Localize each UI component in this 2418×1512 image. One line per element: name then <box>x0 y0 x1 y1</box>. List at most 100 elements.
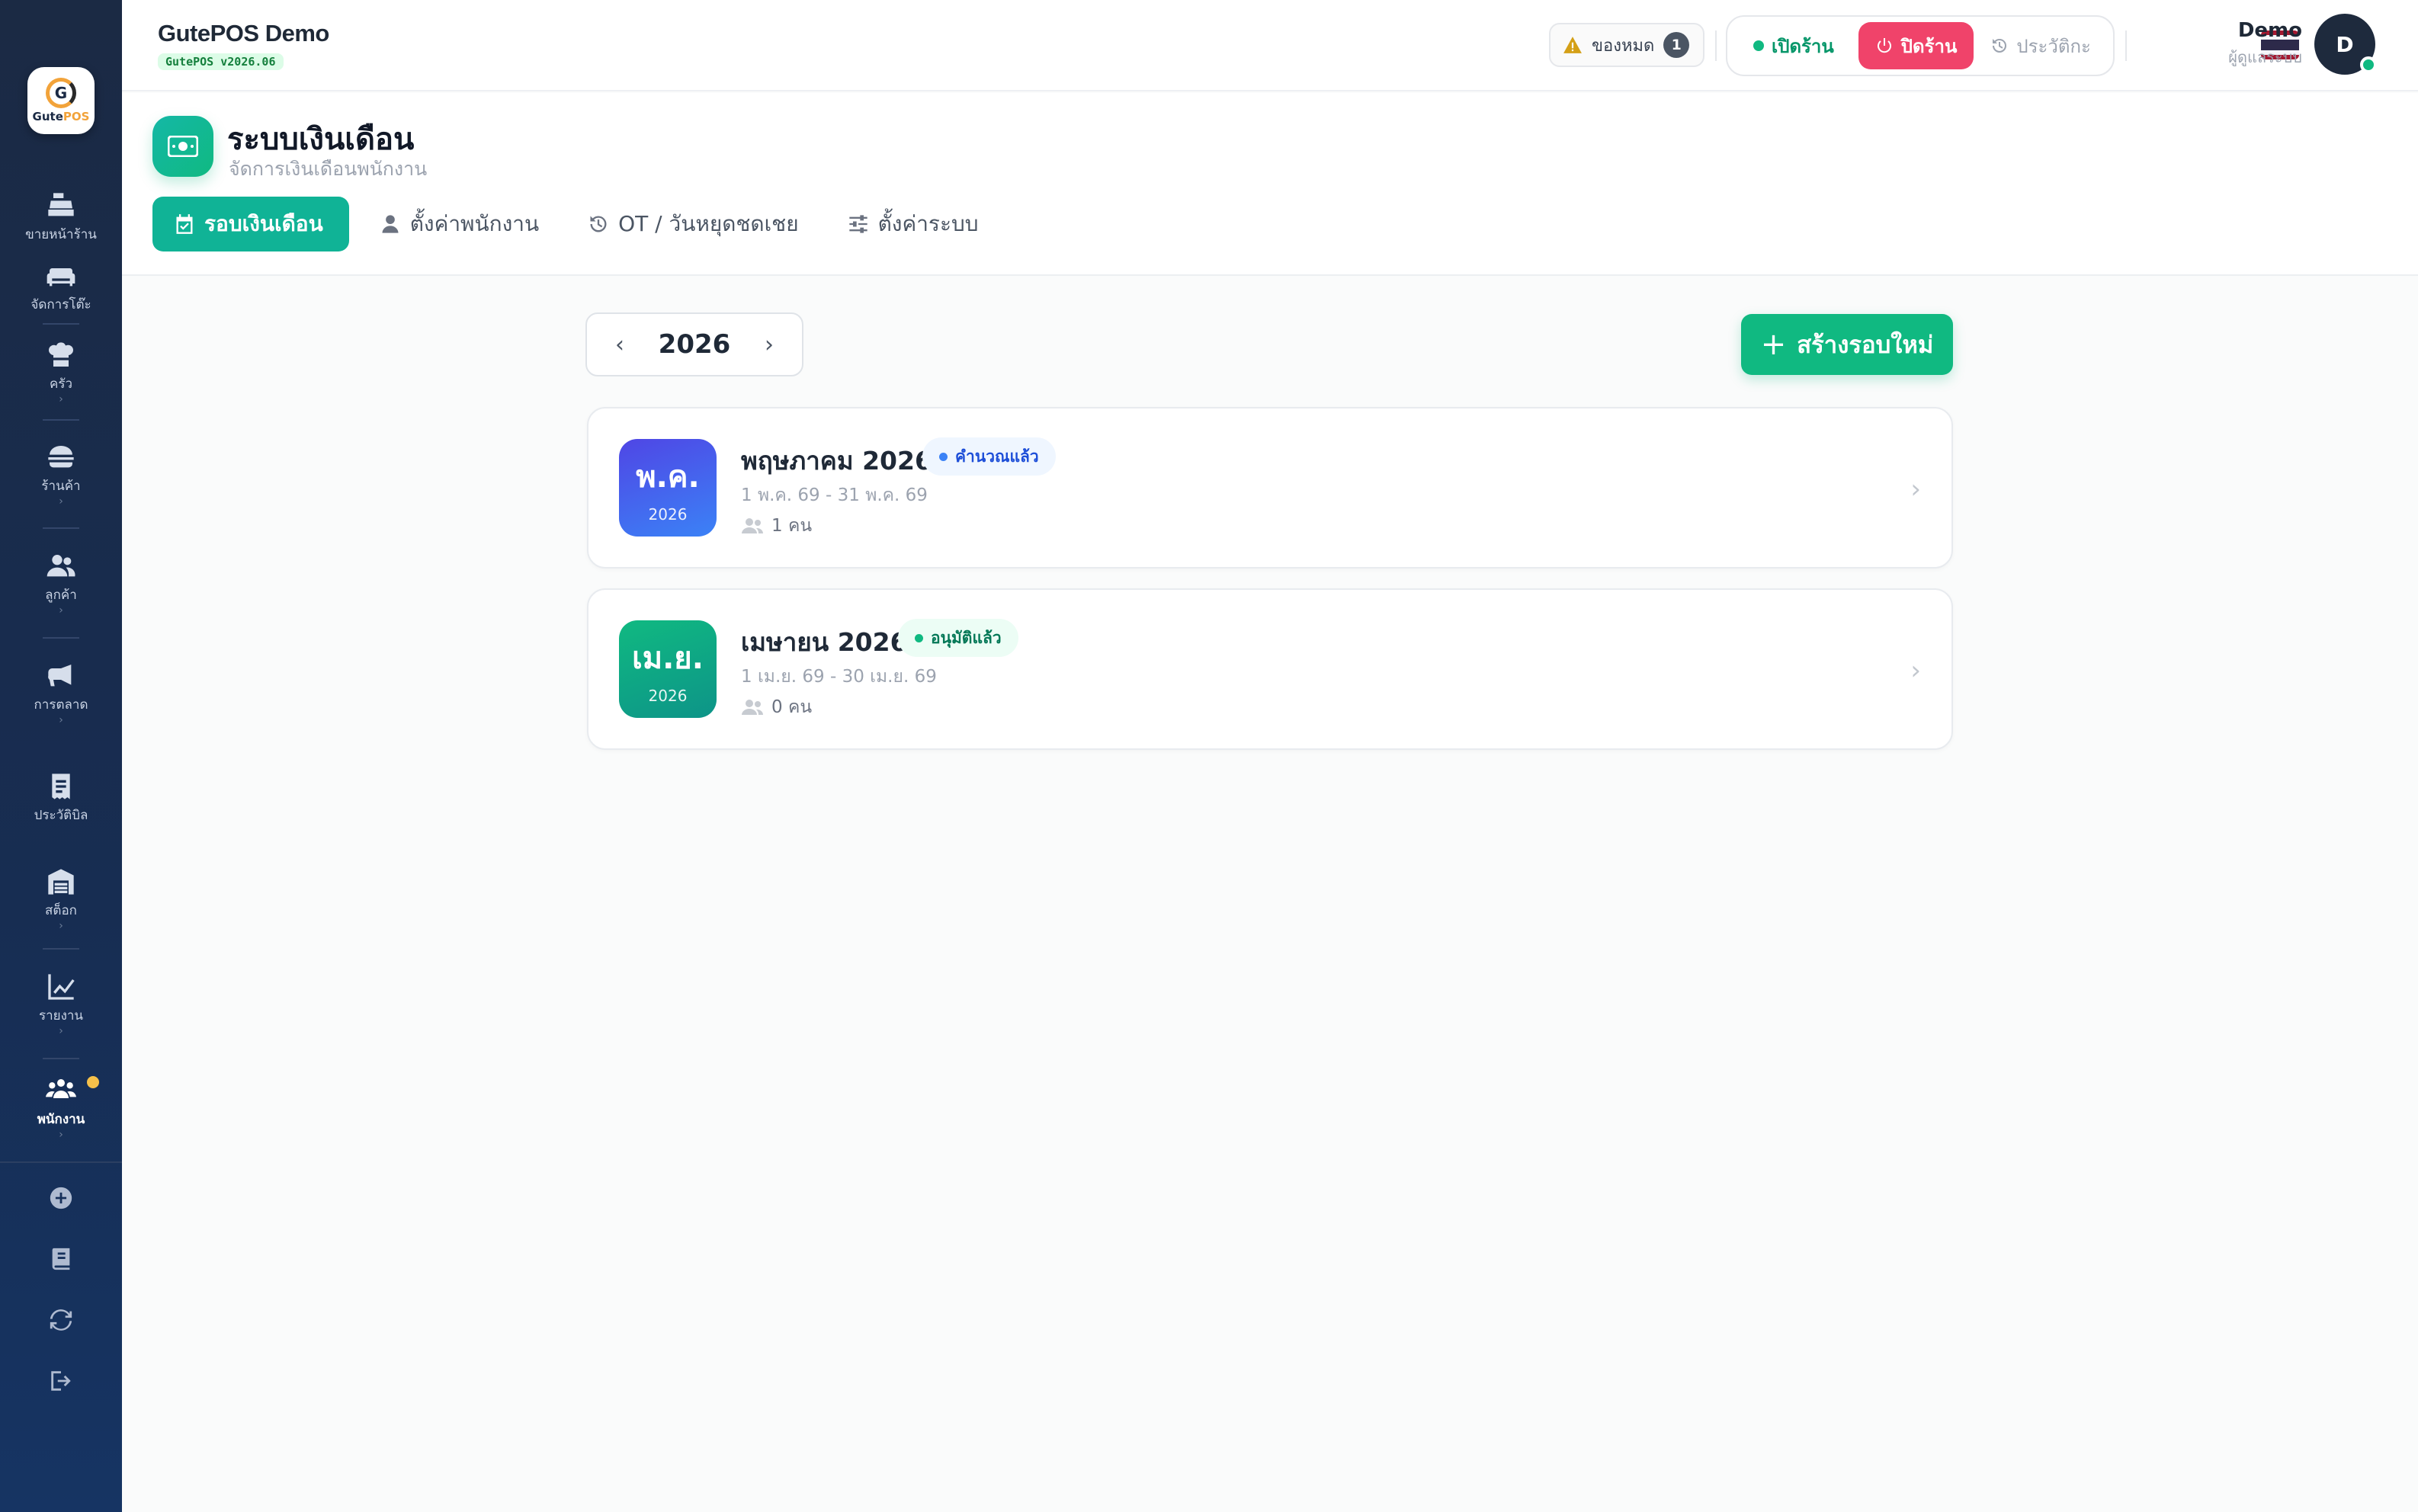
sidebar-item-customers[interactable]: ลูกค้า › <box>0 529 122 637</box>
app-logo[interactable]: G GutePOS <box>27 67 95 134</box>
logout-icon <box>51 1371 71 1391</box>
sidebar-item-label: ลูกค้า <box>45 587 77 603</box>
next-year-button[interactable]: › <box>758 332 781 358</box>
open-store-label: เปิดร้าน <box>1772 35 1834 57</box>
sidebar-item-reports[interactable]: รายงาน › <box>0 950 122 1058</box>
users-icon <box>46 554 75 576</box>
badge-month: พ.ค. <box>636 460 700 495</box>
tab-label: ตั้งค่าระบบ <box>877 211 979 236</box>
sidebar-item-kitchen[interactable]: ครัว › <box>0 325 122 419</box>
close-store-button[interactable]: ปิดร้าน <box>1858 22 1974 69</box>
chevron-right-icon: › <box>59 1024 63 1037</box>
open-dot-icon <box>1753 40 1764 51</box>
sidebar-item-label: ร้านค้า <box>41 478 81 494</box>
round-title: เมษายน 2026 <box>741 627 908 657</box>
sidebar-nav: ขายหน้าร้าน จัดการโต๊ะ ครัว › ร้านค้า › … <box>0 178 122 1155</box>
chevron-right-icon: › <box>59 604 63 617</box>
top-header: GutePOS Demo GutePOS v2026.06 ของหมด 1 เ… <box>122 0 2418 91</box>
brand: GutePOS Demo GutePOS v2026.06 <box>158 20 329 70</box>
sidebar-item-label: รายงาน <box>38 1007 84 1023</box>
logo-text-a: Gute <box>32 110 63 123</box>
refresh-icon <box>50 1309 72 1331</box>
chef-icon <box>49 341 73 367</box>
round-date-range: 1 พ.ค. 69 - 31 พ.ค. 69 <box>741 485 928 505</box>
add-button[interactable] <box>47 1184 75 1212</box>
manual-button[interactable] <box>47 1245 75 1273</box>
sidebar: G GutePOS ขายหน้าร้าน จัดการโต๊ะ ครัว › … <box>0 0 122 1512</box>
close-store-label: ปิดร้าน <box>1900 35 1958 57</box>
tab-ot-holidays[interactable]: OT / วันหยุดชดเชย <box>563 197 823 251</box>
calendar-check-icon <box>176 214 193 234</box>
online-status-icon <box>2360 56 2377 73</box>
chart-line-icon <box>48 973 75 1000</box>
sidebar-item-label: การตลาด <box>34 697 88 713</box>
sidebar-item-label: สต็อก <box>45 902 77 918</box>
avatar[interactable]: D <box>2314 14 2377 75</box>
user-role: ผู้ดูแลระบบ <box>2228 48 2302 66</box>
users-icon <box>742 518 764 533</box>
refresh-button[interactable] <box>47 1306 75 1334</box>
logo-text-b: POS <box>63 110 90 123</box>
round-people: 0 คน <box>741 694 812 721</box>
warehouse-icon <box>48 868 74 895</box>
create-round-label: สร้างรอบใหม่ <box>1797 332 1934 359</box>
page-tabs: รอบเงินเดือน ตั้งค่าพนักงาน OT / วันหยุด… <box>152 197 1003 251</box>
month-badge: พ.ค. 2026 <box>619 439 717 537</box>
sidebar-item-label: พนักงาน <box>37 1111 85 1127</box>
round-date-range: 1 เม.ย. 69 - 30 เม.ย. 69 <box>741 667 937 687</box>
power-icon <box>1877 38 1891 53</box>
chevron-right-icon: › <box>59 713 63 726</box>
shift-history-label: ประวัติกะ <box>2016 35 2091 57</box>
month-badge: เม.ย. 2026 <box>619 620 717 718</box>
store-controls: เปิดร้าน ปิดร้าน ประวัติกะ <box>1726 15 2115 76</box>
sidebar-item-store[interactable]: ร้านค้า › <box>0 421 122 527</box>
sidebar-item-bill-history[interactable]: ประวัติบิล <box>0 747 122 849</box>
app-name: GutePOS Demo <box>158 20 329 46</box>
prev-year-button[interactable]: ‹ <box>608 332 631 358</box>
chevron-right-icon: › <box>59 495 63 508</box>
tab-payroll-rounds[interactable]: รอบเงินเดือน <box>152 197 349 251</box>
logo-mark-icon: G <box>46 78 76 108</box>
tab-system-settings[interactable]: ตั้งค่าระบบ <box>823 197 1003 251</box>
status-badge: อนุมัติแล้ว <box>898 619 1018 657</box>
sidebar-item-tables[interactable]: จัดการโต๊ะ <box>0 251 122 323</box>
payroll-round-card[interactable]: เม.ย. 2026 เมษายน 2026 อนุมัติแล้ว 1 เม.… <box>587 588 1953 750</box>
status-label: อนุมัติแล้ว <box>931 628 1002 647</box>
logout-button[interactable] <box>47 1367 75 1395</box>
burger-icon <box>48 445 74 467</box>
out-of-stock-button[interactable]: ของหมด 1 <box>1549 23 1704 67</box>
payroll-round-card[interactable]: พ.ค. 2026 พฤษภาคม 2026 คำนวณแล้ว 1 พ.ค. … <box>587 407 1953 569</box>
megaphone-icon <box>48 664 72 686</box>
year-picker: ‹ 2026 › <box>585 312 803 376</box>
history-icon <box>1993 38 2007 53</box>
notification-dot <box>87 1076 99 1088</box>
chevron-right-icon: › <box>1910 474 1921 505</box>
open-store-button[interactable]: เปิดร้าน <box>1735 23 1852 69</box>
sidebar-item-pos[interactable]: ขายหน้าร้าน <box>0 178 122 256</box>
chevron-right-icon: › <box>59 1128 63 1141</box>
badge-month: เม.ย. <box>632 641 704 676</box>
sidebar-utilities <box>47 1184 75 1395</box>
sidebar-item-marketing[interactable]: การตลาด › <box>0 639 122 747</box>
status-label: คำนวณแล้ว <box>955 447 1039 466</box>
tab-label: ตั้งค่าพนักงาน <box>409 211 540 236</box>
users-icon <box>742 700 764 715</box>
badge-year: 2026 <box>648 687 688 705</box>
create-round-button[interactable]: + สร้างรอบใหม่ <box>1741 314 1953 375</box>
user-menu[interactable]: Demo ผู้ดูแลระบบ D <box>2228 14 2377 75</box>
tab-employee-settings[interactable]: ตั้งค่าพนักงาน <box>349 197 563 251</box>
sofa-icon <box>46 267 75 286</box>
version-badge: GutePOS v2026.06 <box>158 53 284 70</box>
tab-label: รอบเงินเดือน <box>204 211 323 236</box>
sidebar-item-stock[interactable]: สต็อก › <box>0 849 122 948</box>
sidebar-item-label: ครัว <box>49 376 73 392</box>
nav-divider <box>0 1161 122 1163</box>
chevron-right-icon: › <box>59 919 63 932</box>
book-icon <box>52 1248 70 1270</box>
people-count: 1 คน <box>771 516 813 536</box>
shift-history-button[interactable]: ประวัติกะ <box>1980 23 2102 69</box>
plus-icon: + <box>1760 327 1787 362</box>
sidebar-item-staff[interactable]: พนักงาน › <box>0 1059 122 1155</box>
sidebar-item-label: จัดการโต๊ะ <box>30 296 91 312</box>
money-icon <box>152 116 213 177</box>
